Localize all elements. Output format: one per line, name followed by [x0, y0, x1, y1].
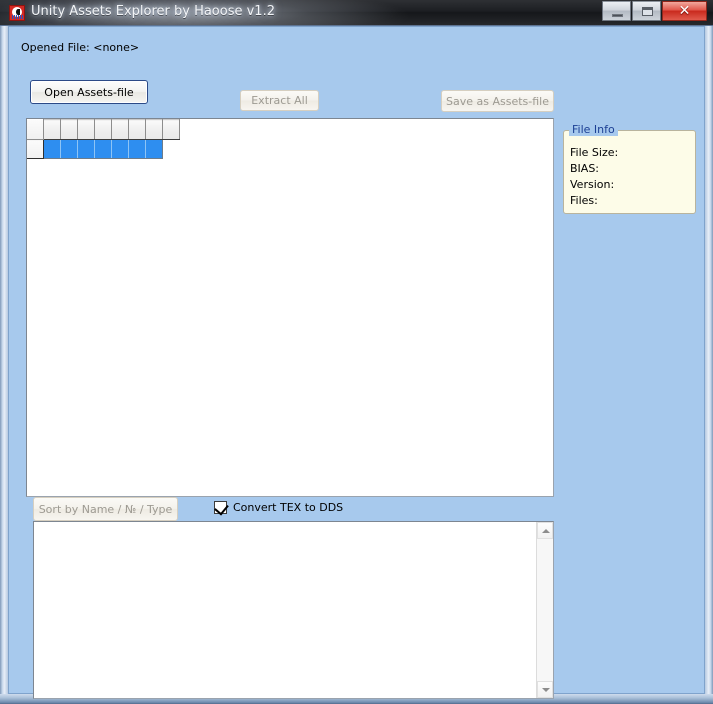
application-window: Unity Assets Explorer by Haoose v1.2 ✕ O… — [0, 0, 713, 704]
client-area: Opened File: <none> Open Assets-file Ext… — [8, 26, 705, 699]
convert-tex-to-dds-checkbox[interactable]: Convert TEX to DDS — [214, 500, 344, 516]
grid-column-header[interactable] — [128, 119, 146, 140]
maximize-button[interactable] — [632, 1, 661, 21]
app-icon — [9, 5, 25, 21]
save-as-assets-file-button[interactable]: Save as Assets-file — [441, 90, 554, 112]
grid-cell[interactable] — [145, 139, 163, 159]
grid-cell[interactable] — [111, 139, 129, 159]
grid-cell[interactable] — [60, 139, 78, 159]
file-info-groupbox: File Size: BIAS: Version: Files: — [563, 130, 696, 214]
log-textarea[interactable] — [33, 521, 554, 699]
table-row[interactable] — [27, 139, 179, 159]
checkmark-icon — [214, 500, 229, 516]
grid-cell[interactable] — [128, 139, 146, 159]
file-size-label: File Size: — [570, 146, 619, 159]
maximize-icon — [642, 7, 653, 16]
grid-cell[interactable] — [77, 139, 95, 159]
window-frame-right — [705, 26, 713, 704]
title-bar[interactable]: Unity Assets Explorer by Haoose v1.2 ✕ — [0, 0, 713, 26]
assets-grid[interactable] — [26, 118, 554, 497]
version-label: Version: — [570, 178, 615, 191]
open-assets-file-button[interactable]: Open Assets-file — [30, 80, 148, 104]
grid-column-header[interactable] — [60, 119, 78, 140]
log-scrollbar[interactable] — [536, 522, 553, 698]
minimize-button[interactable] — [602, 1, 631, 21]
close-button[interactable]: ✕ — [662, 1, 707, 21]
file-info-legend: File Info — [569, 123, 618, 136]
grid-header-row — [27, 119, 180, 140]
window-frame-left — [0, 26, 8, 704]
extract-all-button[interactable]: Extract All — [240, 90, 319, 111]
grid-cell[interactable] — [43, 139, 61, 159]
sort-by-name-button[interactable]: Sort by Name / № / Type — [33, 497, 178, 521]
scroll-down-button[interactable] — [537, 681, 553, 698]
window-controls: ✕ — [601, 1, 707, 22]
app-icon-bars — [12, 15, 23, 19]
grid-column-header[interactable] — [162, 119, 180, 140]
chevron-down-icon — [542, 688, 550, 692]
scroll-up-button[interactable] — [537, 522, 553, 539]
grid-column-header[interactable] — [111, 119, 129, 140]
grid-column-header[interactable] — [94, 119, 112, 140]
grid-column-header[interactable] — [43, 119, 61, 140]
grid-column-header[interactable] — [145, 119, 163, 140]
grid-column-header[interactable] — [77, 119, 95, 140]
chevron-up-icon — [542, 529, 550, 533]
grid-select-all-corner[interactable] — [27, 119, 44, 140]
files-label: Files: — [570, 194, 598, 207]
checkbox-box[interactable] — [214, 500, 229, 516]
close-icon: ✕ — [678, 3, 691, 19]
window-title: Unity Assets Explorer by Haoose v1.2 — [31, 4, 275, 19]
assets-grid-table — [27, 119, 180, 159]
bias-label: BIAS: — [570, 162, 600, 175]
opened-file-label: Opened File: <none> — [21, 41, 140, 54]
checkbox-label: Convert TEX to DDS — [233, 501, 344, 514]
minimize-icon — [612, 14, 623, 17]
grid-cell[interactable] — [94, 139, 112, 159]
grid-row-header[interactable] — [27, 139, 44, 159]
